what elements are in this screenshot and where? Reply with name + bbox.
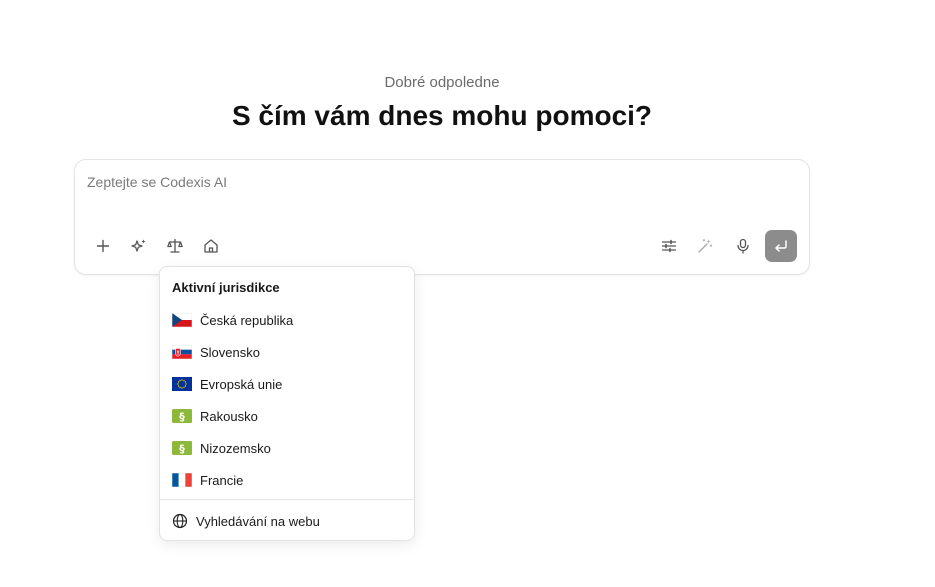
jurisdiction-item-cz[interactable]: Česká republika — [160, 304, 414, 336]
jurisdiction-item-nl[interactable]: § Nizozemsko — [160, 432, 414, 464]
jurisdiction-item-fr[interactable]: Francie — [160, 464, 414, 496]
voice-button[interactable] — [729, 232, 757, 260]
sliders-icon — [661, 239, 677, 253]
globe-icon — [172, 513, 188, 529]
greeting-text: Dobré odpoledne — [384, 74, 500, 91]
sk-flag-icon — [172, 345, 192, 359]
home-icon — [204, 239, 218, 253]
add-button[interactable] — [89, 232, 117, 260]
web-search-item[interactable]: Vyhledávání na webu — [160, 505, 414, 537]
enter-icon — [775, 240, 787, 252]
sparkle-icon — [131, 239, 146, 252]
eu-flag-icon — [172, 377, 192, 391]
jurisdiction-label: Nizozemsko — [200, 440, 271, 456]
svg-text:§: § — [179, 442, 185, 455]
magic-wand-icon — [698, 239, 713, 253]
page: Dobré odpoledne S čím vám dnes mohu pomo… — [0, 0, 935, 587]
jurisdiction-label: Francie — [200, 472, 244, 488]
home-button[interactable] — [197, 232, 225, 260]
dropdown-divider — [160, 499, 414, 500]
plus-icon — [96, 239, 110, 253]
web-search-label: Vyhledávání na webu — [196, 513, 320, 529]
send-button[interactable] — [765, 230, 797, 262]
jurisdiction-item-sk[interactable]: Slovensko — [160, 336, 414, 368]
paragraph-icon: § — [172, 441, 192, 455]
dropdown-title: Aktivní jurisdikce — [172, 280, 280, 295]
chat-composer — [74, 159, 810, 275]
scales-icon — [167, 238, 183, 253]
cz-flag-icon — [172, 313, 192, 327]
jurisdiction-label: Evropská unie — [200, 376, 283, 392]
jurisdiction-dropdown: Aktivní jurisdikce Česká republika Slove… — [159, 266, 415, 541]
microphone-icon — [737, 238, 749, 254]
magic-button[interactable] — [691, 232, 719, 260]
prompt-input[interactable] — [87, 174, 787, 190]
enhance-button[interactable] — [125, 232, 153, 260]
page-title: S čím vám dnes mohu pomoci? — [231, 100, 653, 131]
fr-flag-icon — [172, 473, 192, 487]
jurisdiction-label: Česká republika — [200, 312, 294, 328]
jurisdiction-label: Rakousko — [200, 408, 258, 424]
paragraph-icon: § — [172, 409, 192, 423]
jurisdiction-label: Slovensko — [200, 344, 260, 360]
svg-text:§: § — [179, 410, 185, 423]
jurisdiction-item-at[interactable]: § Rakousko — [160, 400, 414, 432]
jurisdiction-item-eu[interactable]: Evropská unie — [160, 368, 414, 400]
jurisdiction-button[interactable] — [161, 232, 189, 260]
settings-button[interactable] — [655, 232, 683, 260]
